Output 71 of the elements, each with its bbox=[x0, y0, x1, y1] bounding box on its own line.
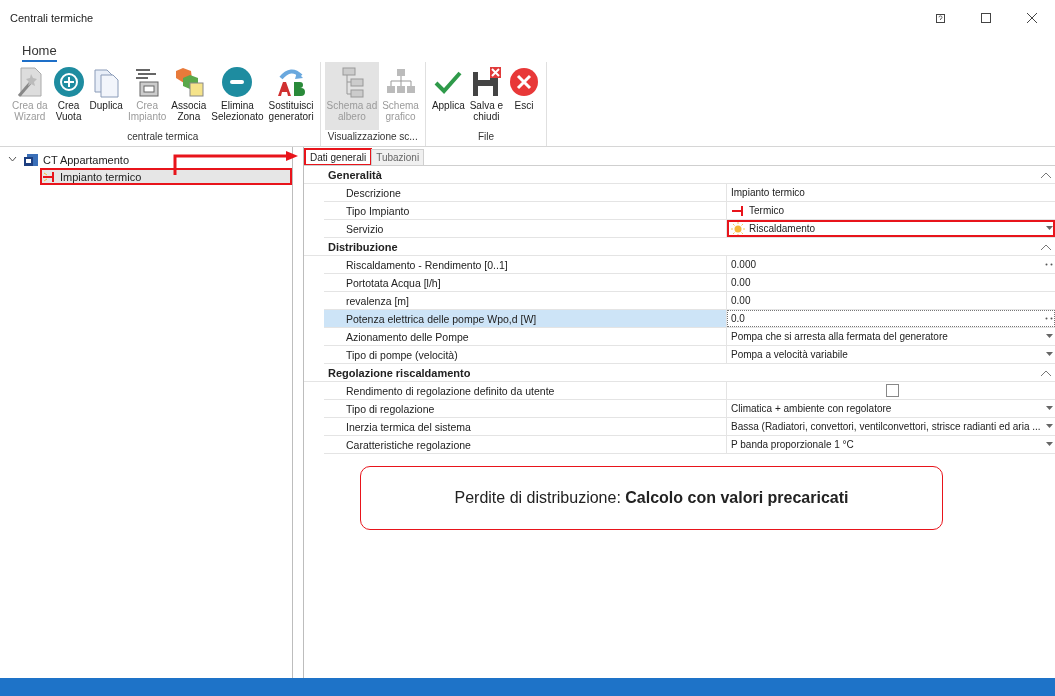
property-value[interactable]: P banda proporzionale 1 °C bbox=[727, 436, 1055, 453]
property-name: Caratteristiche regolazione bbox=[324, 436, 727, 453]
ribbon-button[interactable]: Elimina Selezionato bbox=[209, 62, 266, 130]
property-name: Riscaldamento - Rendimento [0..1] bbox=[324, 256, 727, 273]
pipe-icon bbox=[42, 170, 56, 183]
documents-icon bbox=[91, 66, 122, 98]
group-label: File bbox=[476, 130, 496, 144]
tree-item[interactable]: CT Appartamento bbox=[21, 151, 133, 168]
property-value[interactable]: Impianto termico bbox=[727, 184, 1055, 201]
property-name: Tipo di regolazione bbox=[324, 400, 727, 417]
tab[interactable]: Dati generali bbox=[305, 149, 372, 165]
ribbon-button[interactable]: Sostituisci generatori bbox=[266, 62, 316, 130]
property-name: revalenza [m] bbox=[324, 292, 727, 309]
property-name: Servizio bbox=[324, 220, 727, 237]
chevron-icon[interactable] bbox=[1041, 171, 1051, 178]
pipe-icon bbox=[731, 204, 745, 217]
property-name: Tipo Impianto bbox=[324, 202, 727, 219]
help-icon[interactable] bbox=[935, 13, 945, 23]
group-label: centrale termica bbox=[126, 130, 200, 144]
ribbon-button[interactable]: Duplica bbox=[87, 62, 125, 130]
chevron-icon[interactable] bbox=[1041, 243, 1051, 250]
property-value[interactable]: Pompa a velocità variabile bbox=[727, 346, 1055, 363]
property-name: Portotata Acqua [l/h] bbox=[324, 274, 727, 291]
property-value[interactable]: 0.00 bbox=[727, 274, 1055, 291]
section-title: Regolazione riscaldamento bbox=[328, 366, 472, 379]
property-value[interactable]: 0.000 bbox=[727, 256, 1055, 273]
property-name: Rendimento di regolazione definito da utente bbox=[324, 382, 727, 399]
maximize-icon[interactable] bbox=[981, 13, 991, 23]
tab[interactable]: Tubazioni bbox=[371, 149, 425, 165]
tree-item[interactable]: Impianto termico bbox=[40, 168, 292, 185]
property-name: Potenza elettrica delle pompe Wpo,d [W] bbox=[324, 310, 727, 327]
caret-icon[interactable] bbox=[1046, 226, 1053, 231]
chevron-icon[interactable] bbox=[8, 155, 17, 164]
caret-icon[interactable] bbox=[1046, 424, 1053, 429]
close-icon bbox=[508, 66, 541, 98]
property-value[interactable]: Climatica + ambiente con regolatore bbox=[727, 400, 1055, 417]
ribbon-button[interactable]: Associa Zona bbox=[169, 62, 209, 130]
caret-icon[interactable] bbox=[1046, 442, 1053, 447]
caret-icon[interactable] bbox=[1046, 334, 1053, 339]
section-title: Generalità bbox=[328, 168, 383, 181]
minus-icon bbox=[221, 66, 254, 98]
caret-icon[interactable] bbox=[1046, 352, 1053, 357]
ribbon-button[interactable]: Applica bbox=[429, 62, 467, 130]
group-label: Visualizzazione sc... bbox=[326, 130, 419, 144]
property-name: Descrizione bbox=[324, 184, 727, 201]
caret-icon[interactable] bbox=[1046, 406, 1053, 411]
property-value[interactable]: Pompa che si arresta alla fermata del generatore bbox=[727, 328, 1055, 345]
property-value[interactable]: Termico bbox=[727, 202, 1055, 219]
property-name: Inerzia termica del sistema bbox=[324, 418, 727, 435]
checkbox[interactable] bbox=[885, 384, 899, 397]
window-title: Centrali termiche bbox=[10, 12, 95, 24]
property-value[interactable]: 0.0 bbox=[727, 310, 1055, 327]
property-value[interactable]: 0.00 bbox=[727, 292, 1055, 309]
property-value[interactable]: Riscaldamento bbox=[727, 220, 1055, 237]
ribbon-button[interactable]: Salva e chiudi bbox=[467, 62, 506, 130]
section-title: Distribuzione bbox=[328, 240, 399, 253]
boiler-icon bbox=[23, 152, 39, 167]
close-icon[interactable] bbox=[1027, 13, 1037, 23]
ellipsis-icon[interactable] bbox=[1045, 263, 1053, 266]
ellipsis-icon[interactable] bbox=[1045, 317, 1053, 320]
callout-text: Perdite di distribuzione: Calcolo con valori precaricati bbox=[454, 489, 849, 507]
ribbon-button[interactable]: Esci bbox=[506, 62, 543, 130]
property-name: Azionamento delle Pompe bbox=[324, 328, 727, 345]
sun-icon bbox=[731, 221, 745, 236]
swap-icon bbox=[275, 66, 308, 98]
property-name: Tipo di pompe (velocità) bbox=[324, 346, 727, 363]
ribbon-tab[interactable]: Home bbox=[22, 43, 57, 62]
chevron-icon[interactable] bbox=[1041, 369, 1051, 376]
property-value[interactable]: Bassa (Radiatori, convettori, ventilconvettori, strisce radianti ed aria ... bbox=[727, 418, 1055, 435]
ribbon-button[interactable]: Crea Vuota bbox=[50, 62, 87, 130]
plus-icon bbox=[52, 66, 85, 98]
